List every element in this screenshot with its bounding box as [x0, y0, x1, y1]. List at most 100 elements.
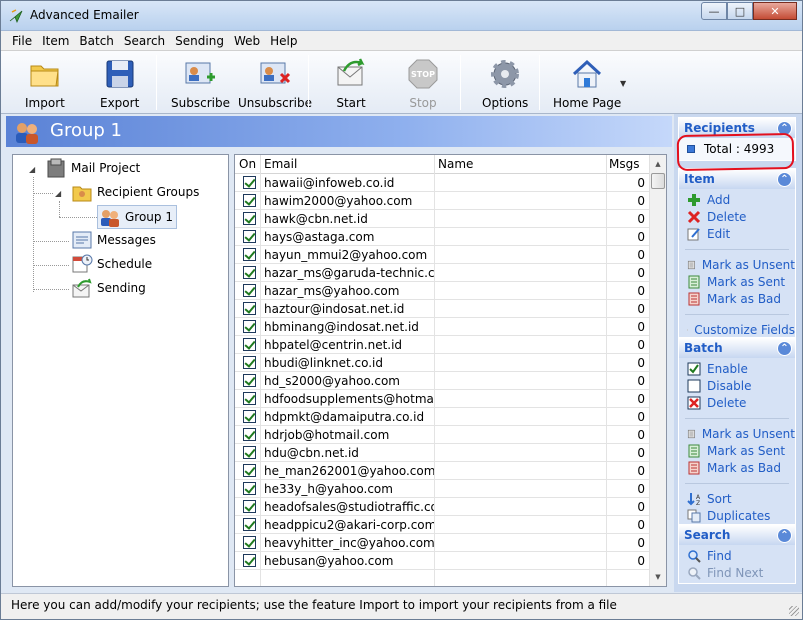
import-button[interactable]: Import	[25, 57, 65, 110]
batch-duplicates-link[interactable]: Duplicates	[679, 507, 795, 524]
table-row[interactable]: hbudi@linknet.co.id 0	[235, 354, 649, 372]
column-header-name[interactable]: Name	[438, 157, 473, 171]
table-row[interactable]: heavyhitter_inc@yahoo.com 0	[235, 534, 649, 552]
batch-delete-link[interactable]: Delete	[679, 394, 795, 411]
options-button[interactable]: Options	[482, 57, 528, 110]
enabled-checkbox[interactable]	[243, 536, 256, 549]
table-row[interactable]: hdrjob@hotmail.com 0	[235, 426, 649, 444]
menu-search[interactable]: Search	[119, 34, 170, 48]
vertical-scrollbar[interactable]: ▲ ▼	[649, 155, 666, 586]
table-row[interactable]: hazar_ms@garuda-technic.co.id 0	[235, 264, 649, 282]
search-find-link[interactable]: Find	[679, 547, 795, 564]
enabled-checkbox[interactable]	[243, 554, 256, 567]
column-separator[interactable]	[260, 155, 261, 174]
menu-batch[interactable]: Batch	[74, 34, 119, 48]
table-row[interactable]: hdpmkt@damaiputra.co.id 0	[235, 408, 649, 426]
enabled-checkbox[interactable]	[243, 500, 256, 513]
chevron-down-icon[interactable]: ▼	[620, 79, 626, 88]
table-row[interactable]: hdu@cbn.net.id 0	[235, 444, 649, 462]
table-row[interactable]: hawaii@infoweb.co.id 0	[235, 174, 649, 192]
menu-file[interactable]: File	[7, 34, 37, 48]
table-row[interactable]: hawk@cbn.net.id 0	[235, 210, 649, 228]
enabled-checkbox[interactable]	[243, 212, 256, 225]
tree-node-schedule[interactable]: Schedule	[71, 253, 152, 275]
resize-grip-icon[interactable]	[789, 606, 799, 616]
table-row[interactable]: headofsales@studiotraffic.com 0	[235, 498, 649, 516]
menu-sending[interactable]: Sending	[170, 34, 229, 48]
subscribe-button[interactable]: Subscribe	[171, 57, 230, 110]
enabled-checkbox[interactable]	[243, 356, 256, 369]
enabled-checkbox[interactable]	[243, 446, 256, 459]
enabled-checkbox[interactable]	[243, 266, 256, 279]
item-add-link[interactable]: Add	[679, 191, 795, 208]
enabled-checkbox[interactable]	[243, 302, 256, 315]
export-button[interactable]: Export	[100, 57, 139, 110]
table-row[interactable]: he_man262001@yahoo.com 0	[235, 462, 649, 480]
enabled-checkbox[interactable]	[243, 392, 256, 405]
panel-header[interactable]: Item ⌃	[679, 169, 795, 189]
batch-enable-link[interactable]: Enable	[679, 360, 795, 377]
enabled-checkbox[interactable]	[243, 464, 256, 477]
table-row[interactable]: hawim2000@yahoo.com 0	[235, 192, 649, 210]
start-button[interactable]: Start	[334, 57, 368, 110]
scroll-thumb[interactable]	[651, 173, 665, 189]
tree-node-recipient-groups[interactable]: Recipient Groups	[71, 181, 199, 203]
item-mark-unsent-link[interactable]: Mark as Unsent	[679, 256, 795, 273]
column-separator[interactable]	[434, 155, 435, 174]
stop-button[interactable]: STOP Stop	[406, 57, 440, 110]
menu-item[interactable]: Item	[37, 34, 74, 48]
home-page-button[interactable]: Home Page	[553, 57, 621, 110]
enabled-checkbox[interactable]	[243, 338, 256, 351]
search-find-next-link[interactable]: Find Next	[679, 564, 795, 581]
unsubscribe-button[interactable]: Unsubscribe	[238, 57, 312, 110]
enabled-checkbox[interactable]	[243, 248, 256, 261]
panel-header[interactable]: Batch ⌃	[679, 338, 795, 358]
title-bar[interactable]: Advanced Emailer — □ ✕	[1, 1, 802, 31]
collapse-icon[interactable]: ◢	[29, 165, 35, 174]
column-separator[interactable]	[606, 155, 607, 174]
tree-node-mail-project[interactable]: Mail Project	[45, 157, 140, 179]
column-header-email[interactable]: Email	[264, 157, 297, 171]
batch-sort-link[interactable]: A Z Sort	[679, 490, 795, 507]
menu-web[interactable]: Web	[229, 34, 265, 48]
column-header-msgs[interactable]: Msgs	[609, 157, 639, 171]
table-row[interactable]: hdfoodsupplements@hotmail.com 0	[235, 390, 649, 408]
table-row[interactable]: hays@astaga.com 0	[235, 228, 649, 246]
collapse-icon[interactable]: ⌃	[777, 527, 792, 543]
table-row[interactable]: hbpatel@centrin.net.id 0	[235, 336, 649, 354]
tree-node-sending[interactable]: Sending	[71, 277, 146, 299]
item-edit-link[interactable]: Edit	[679, 225, 795, 242]
table-row[interactable]: hbminang@indosat.net.id 0	[235, 318, 649, 336]
close-button[interactable]: ✕	[753, 2, 797, 20]
item-mark-sent-link[interactable]: Mark as Sent	[679, 273, 795, 290]
enabled-checkbox[interactable]	[243, 428, 256, 441]
enabled-checkbox[interactable]	[243, 176, 256, 189]
collapse-icon[interactable]: ⌃	[777, 340, 792, 356]
collapse-icon[interactable]: ⌃	[777, 171, 792, 187]
tree-node-group-1[interactable]: Group 1	[97, 205, 177, 229]
enabled-checkbox[interactable]	[243, 284, 256, 297]
item-mark-bad-link[interactable]: Mark as Bad	[679, 290, 795, 307]
enabled-checkbox[interactable]	[243, 194, 256, 207]
batch-mark-unsent-link[interactable]: Mark as Unsent	[679, 425, 795, 442]
item-delete-link[interactable]: Delete	[679, 208, 795, 225]
panel-header[interactable]: Search ⌃	[679, 525, 795, 545]
item-customize-fields-link[interactable]: Customize Fields	[679, 321, 795, 338]
table-row[interactable]: hd_s2000@yahoo.com 0	[235, 372, 649, 390]
scroll-up-icon[interactable]: ▲	[650, 156, 666, 172]
tree-node-messages[interactable]: Messages	[71, 229, 156, 251]
batch-mark-sent-link[interactable]: Mark as Sent	[679, 442, 795, 459]
menu-help[interactable]: Help	[265, 34, 302, 48]
enabled-checkbox[interactable]	[243, 320, 256, 333]
enabled-checkbox[interactable]	[243, 230, 256, 243]
maximize-button[interactable]: □	[727, 2, 753, 20]
scroll-down-icon[interactable]: ▼	[650, 569, 666, 585]
enabled-checkbox[interactable]	[243, 374, 256, 387]
table-row[interactable]: hayun_mmui2@yahoo.com 0	[235, 246, 649, 264]
batch-mark-bad-link[interactable]: Mark as Bad	[679, 459, 795, 476]
batch-disable-link[interactable]: Disable	[679, 377, 795, 394]
minimize-button[interactable]: —	[701, 2, 727, 20]
enabled-checkbox[interactable]	[243, 482, 256, 495]
table-row[interactable]: he33y_h@yahoo.com 0	[235, 480, 649, 498]
table-row[interactable]: headppicu2@akari-corp.com 0	[235, 516, 649, 534]
